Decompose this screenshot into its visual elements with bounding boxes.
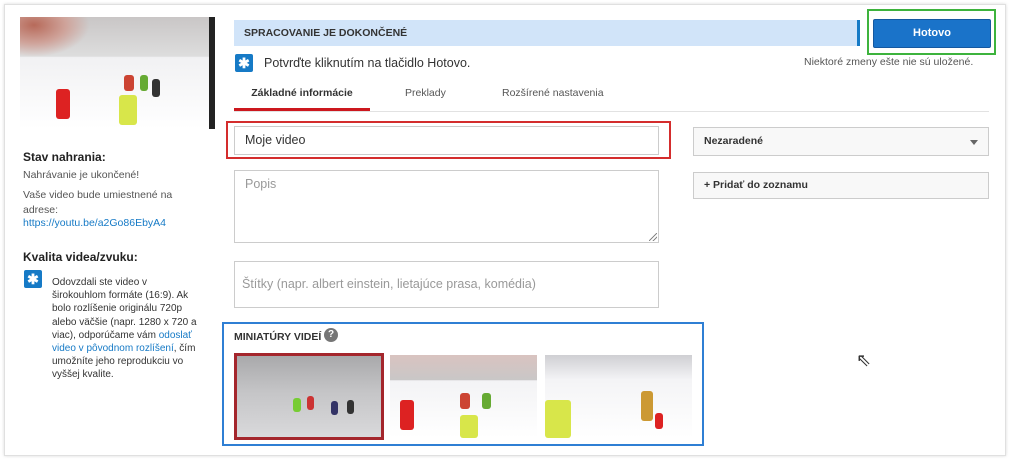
skier-figure (119, 95, 137, 125)
thumbnail-option-1[interactable] (234, 353, 384, 440)
skier-figure (482, 393, 491, 409)
chevron-down-icon (970, 140, 978, 145)
skier-figure (140, 75, 148, 91)
confirm-message: Potvrďte kliknutím na tlačidlo Hotovo. (264, 56, 471, 70)
upload-status-heading: Stav nahrania: (23, 150, 106, 164)
info-icon: ✱ (235, 54, 253, 72)
tab-translations[interactable]: Preklady (405, 79, 446, 111)
privacy-select[interactable]: Nezaradené (693, 127, 989, 156)
skier-figure (124, 75, 134, 91)
skier-figure (460, 415, 478, 438)
skier-figure (293, 398, 301, 412)
trees-decor (20, 17, 90, 57)
quality-heading: Kvalita videa/zvuku: (23, 250, 138, 264)
skier-figure (307, 396, 314, 410)
privacy-select-value: Nezaradené (704, 135, 763, 147)
tab-bar: Základné informácie Preklady Rozšírené n… (234, 79, 989, 112)
thumbnail-option-2[interactable] (390, 355, 537, 438)
video-url-link[interactable]: https://youtu.be/a2Go86EbyA4 (23, 217, 166, 229)
description-placeholder: Popis (245, 177, 277, 191)
resize-handle[interactable] (649, 233, 657, 241)
preview-edge (209, 17, 215, 129)
tab-basic-info[interactable]: Základné informácie (234, 79, 370, 111)
done-button[interactable]: Hotovo (873, 19, 991, 48)
thumbnails-label: MINIATÚRY VIDEÍ (234, 331, 322, 343)
quality-description: Odovzdali ste video v širokouhlom formát… (52, 276, 200, 382)
title-input[interactable]: Moje video (234, 126, 659, 155)
skier-figure (347, 400, 354, 414)
info-icon: ✱ (24, 270, 42, 288)
skier-figure (331, 401, 338, 415)
mouse-cursor-icon: ⇖ (856, 350, 872, 370)
skier-figure (152, 79, 160, 97)
add-to-playlist-button[interactable]: + Pridať do zoznamu (693, 172, 989, 199)
unsaved-changes-text: Niektoré zmeny ešte nie sú uložené. (804, 56, 974, 68)
help-icon[interactable]: ? (324, 328, 338, 342)
thumbnail-option-3[interactable] (545, 355, 692, 438)
skier-figure (655, 413, 663, 429)
tags-field[interactable]: Štítky (napr. albert einstein, lietajúce… (234, 261, 659, 308)
description-field[interactable]: Popis (234, 170, 659, 243)
upload-done-text: Nahrávanie je ukončené! (23, 169, 140, 181)
processing-status-bar: SPRACOVANIE JE DOKONČENÉ (234, 20, 860, 46)
location-text: Vaše video bude umiestnené na adrese: (23, 189, 173, 216)
skier-figure (545, 400, 571, 438)
skier-figure (56, 89, 70, 119)
tab-advanced-settings[interactable]: Rozšírené nastavenia (502, 79, 604, 111)
skier-figure (641, 391, 653, 421)
skier-figure (400, 400, 414, 430)
skier-figure (460, 393, 470, 409)
video-preview[interactable] (20, 17, 215, 129)
